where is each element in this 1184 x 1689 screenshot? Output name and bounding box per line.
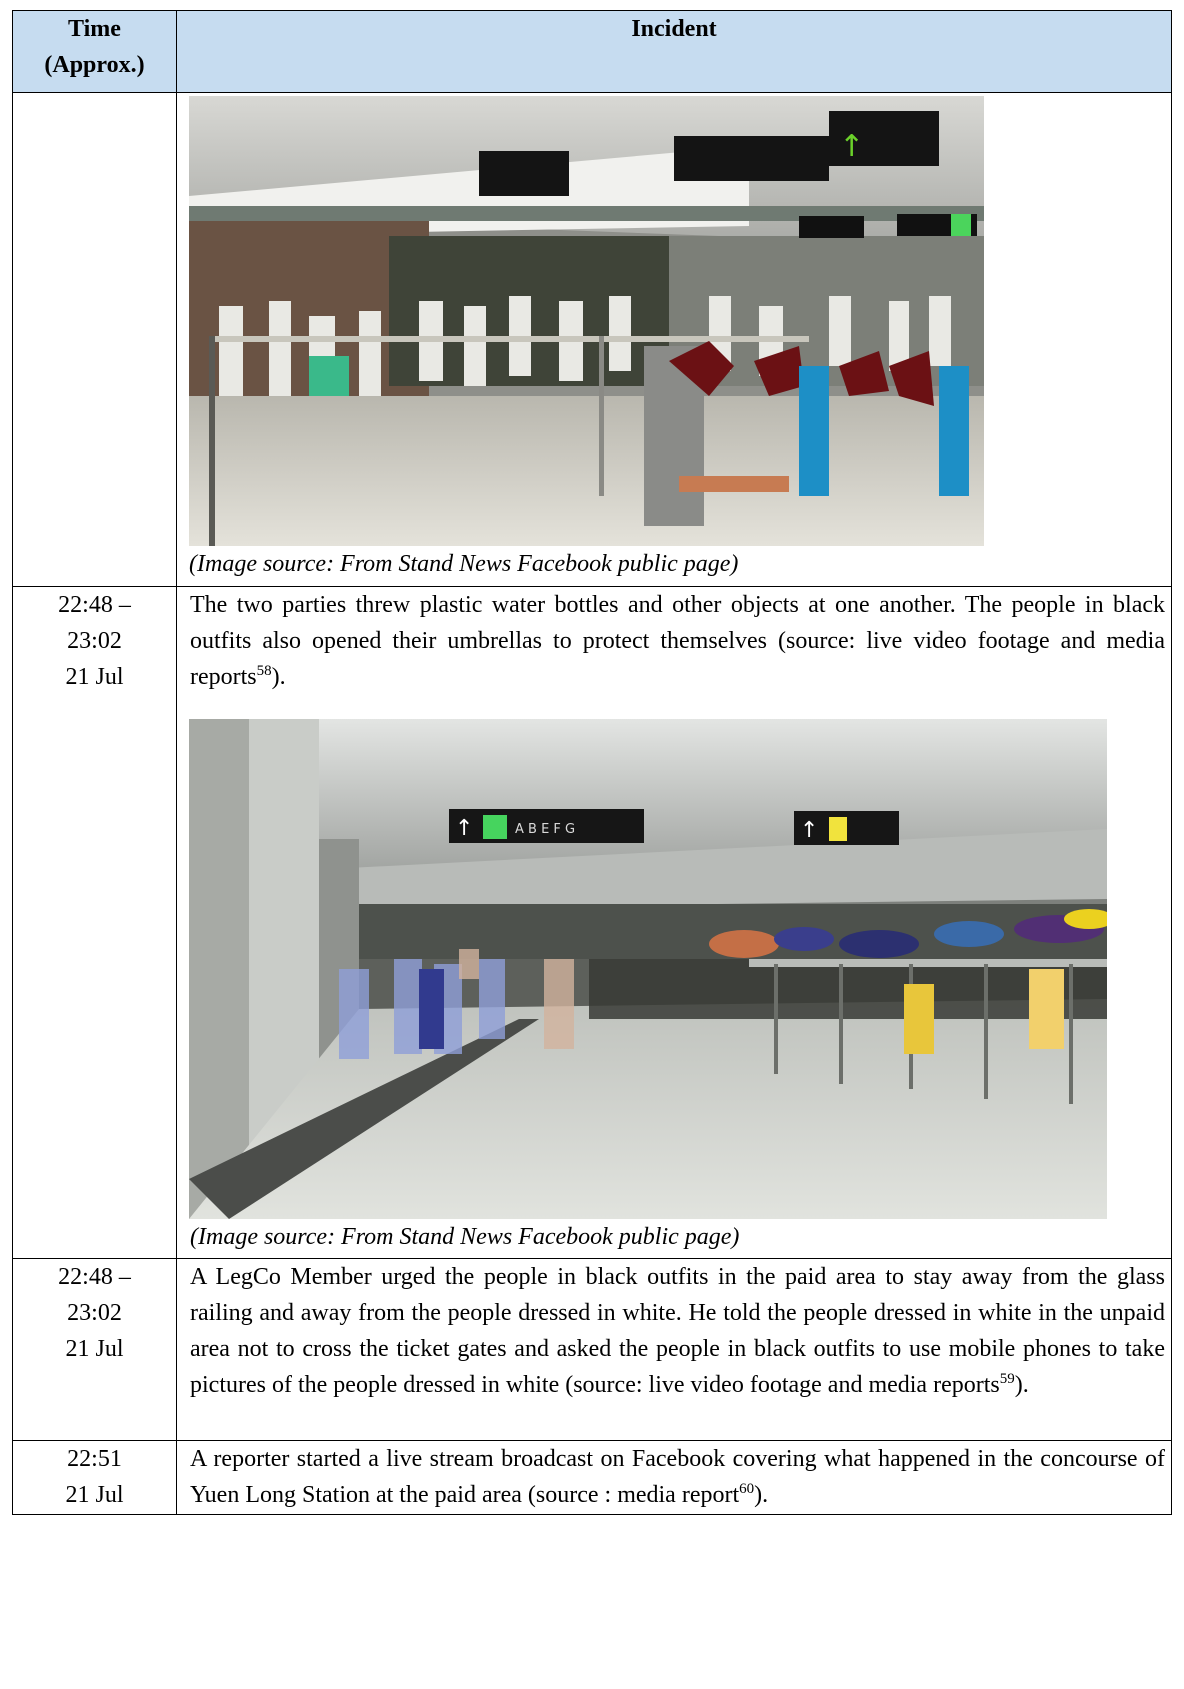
header-row: Time (Approx.) Incident: [12, 10, 1172, 93]
date-line: 21 Jul: [65, 1482, 124, 1508]
time-line: 23:02: [67, 628, 122, 654]
svg-text:↑: ↑: [839, 129, 864, 164]
incident-text: A reporter started a live stream broadca…: [190, 1446, 1165, 1508]
station-photo-2: ↑ A B E F G ↑: [189, 719, 1107, 1219]
footnote-ref: 60: [739, 1481, 755, 1497]
time-cell: 22:48 – 23:02 21 Jul: [12, 586, 177, 1259]
footnote-ref: 59: [999, 1371, 1015, 1387]
incident-text: The two parties threw plastic water bott…: [190, 592, 1165, 690]
time-line: 23:02: [67, 1300, 122, 1326]
image-caption: (Image source: From Stand News Facebook …: [189, 551, 739, 577]
time-line: 22:48 –: [58, 592, 131, 618]
table-row: ↑ (Image source: From Stand News Faceboo…: [12, 92, 1172, 587]
time-cell: 22:48 – 23:02 21 Jul: [12, 1258, 177, 1441]
svg-text:↑: ↑: [800, 818, 818, 843]
time-header: Time (Approx.): [12, 10, 177, 93]
time-header-line1: Time: [68, 16, 121, 42]
time-line: 22:51: [67, 1446, 122, 1472]
time-cell: 22:51 21 Jul: [12, 1440, 177, 1515]
date-line: 21 Jul: [65, 664, 124, 690]
date-line: 21 Jul: [65, 1336, 124, 1362]
table-row: 22:48 – 23:02 21 Jul A LegCo Member urge…: [12, 1258, 1172, 1441]
table-row: 22:51 21 Jul A reporter started a live s…: [12, 1440, 1172, 1515]
incident-cell: ↑ (Image source: From Stand News Faceboo…: [176, 92, 1172, 587]
incident-header: Incident: [176, 10, 1172, 93]
incident-table: Time (Approx.) Incident ↑ (Image source:…: [12, 10, 1172, 1515]
time-line: 22:48 –: [58, 1264, 131, 1290]
image-caption: (Image source: From Stand News Facebook …: [190, 1224, 740, 1250]
incident-cell: A reporter started a live stream broadca…: [176, 1440, 1172, 1515]
sign-text: A B E F G: [515, 822, 575, 837]
footnote-ref: 58: [256, 663, 272, 679]
incident-cell: A LegCo Member urged the people in black…: [176, 1258, 1172, 1441]
table-row: 22:48 – 23:02 21 Jul The two parties thr…: [12, 586, 1172, 1259]
incident-cell: The two parties threw plastic water bott…: [176, 586, 1172, 1259]
station-photo-1: ↑: [189, 96, 984, 546]
svg-text:↑: ↑: [455, 816, 473, 841]
time-cell-empty: [12, 92, 177, 587]
time-header-line2: (Approx.): [44, 52, 145, 78]
